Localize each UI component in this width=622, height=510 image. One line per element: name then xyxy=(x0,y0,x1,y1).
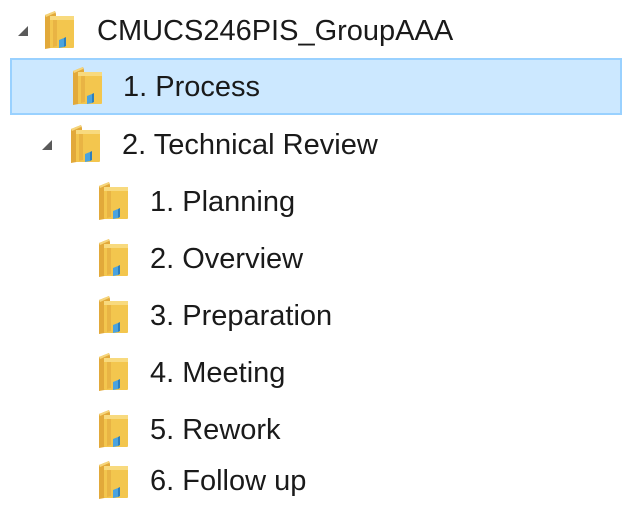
folder-icon xyxy=(96,238,130,278)
tree-item-planning[interactable]: 1. Planning xyxy=(0,173,622,230)
folder-icon xyxy=(68,124,102,164)
folder-icon xyxy=(96,181,130,221)
folder-tree: CMUCS246PIS_GroupAAA 1. Process 2. Techn… xyxy=(0,0,622,510)
tree-item-follow-up[interactable]: 6. Follow up xyxy=(0,452,622,509)
tree-item-meeting[interactable]: 4. Meeting xyxy=(0,344,622,401)
tree-item-label: 2. Technical Review xyxy=(122,129,378,161)
folder-icon xyxy=(96,460,130,500)
tree-item-overview[interactable]: 2. Overview xyxy=(0,230,622,287)
folder-icon xyxy=(70,66,104,106)
tree-item-label: 2. Overview xyxy=(150,243,304,275)
tree-item-label: 5. Rework xyxy=(150,414,281,446)
folder-icon xyxy=(96,295,130,335)
tree-item-root[interactable]: CMUCS246PIS_GroupAAA xyxy=(0,2,622,59)
tree-item-label: 6. Follow up xyxy=(150,465,307,497)
tree-item-technical-review[interactable]: 2. Technical Review xyxy=(0,116,622,173)
tree-item-label: 4. Meeting xyxy=(150,357,286,389)
folder-icon xyxy=(96,352,130,392)
tree-item-rework[interactable]: 5. Rework xyxy=(0,401,622,458)
tree-item-label: CMUCS246PIS_GroupAAA xyxy=(97,15,454,47)
tree-item-process[interactable]: 1. Process xyxy=(10,58,622,115)
tree-item-preparation[interactable]: 3. Preparation xyxy=(0,287,622,344)
tree-item-label: 1. Planning xyxy=(150,186,296,218)
tree-item-label: 3. Preparation xyxy=(150,300,333,332)
folder-icon xyxy=(42,10,76,50)
tree-item-label: 1. Process xyxy=(123,71,260,103)
folder-icon xyxy=(96,409,130,449)
